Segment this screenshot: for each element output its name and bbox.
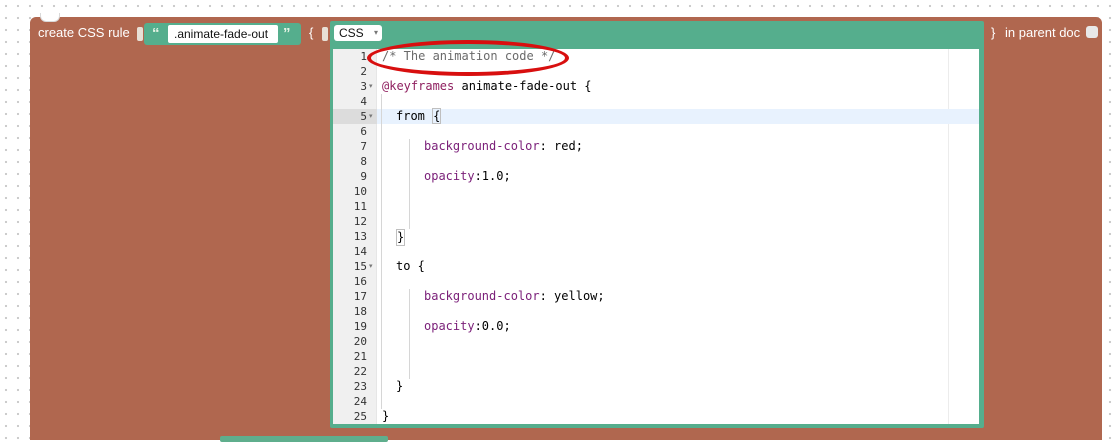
line-number: 25 [353,410,367,423]
create-css-rule-label: create CSS rule [38,25,130,40]
close-quote-icon: ” [283,25,291,42]
line-number: 2 [360,65,367,78]
code-editor[interactable]: 1 2 3 4 5 6 7 8 9 10 11 12 13 14 15 16 17 18 19 20 21 22 23 24 2… [333,49,979,424]
open-brace-label: { [309,25,314,40]
print-margin-line [948,49,949,424]
line-number: 6 [360,125,367,138]
next-block-input-slot[interactable] [220,436,388,442]
css-value: :0.0; [474,319,511,333]
code-line-13: } [396,229,406,246]
css-language-dropdown[interactable]: CSS ▾ [334,25,382,41]
line-number: 17 [353,290,367,303]
line-number: 7 [360,140,367,153]
keyframes-name: animate-fade-out { [454,79,592,93]
css-connector-icon [322,27,328,41]
fold-toggle-icon[interactable]: ▾ [369,259,373,274]
css-property: background-color [424,139,540,153]
line-number: 24 [353,395,367,408]
line-number: 19 [353,320,367,333]
code-line-9: opacity:1.0; [424,169,511,184]
line-number: 4 [360,95,367,108]
css-property: opacity [424,169,475,183]
css-value: : red; [539,139,583,153]
indent-guide [381,94,382,409]
in-parent-doc-label: in parent doc [1005,25,1081,40]
line-number: 16 [353,275,367,288]
line-number: 20 [353,335,367,348]
code-line-23: } [396,379,404,393]
line-number: 10 [353,185,367,198]
line-number: 9 [360,170,367,183]
chevron-down-icon: ▾ [373,28,378,37]
indent-guide [409,289,410,379]
code-line-5: from { [396,108,442,124]
red-annotation-circle [367,40,569,76]
indent-guide [409,139,410,229]
line-number: 13 [353,230,367,243]
line-number: 8 [360,155,367,168]
code-line-25: } [382,409,390,423]
code-line-19: opacity:0.0; [424,319,511,334]
css-property: background-color [424,289,540,303]
code-line-3: @keyframes animate-fade-out { [382,79,592,94]
code-line-7: background-color: red; [424,139,583,154]
css-value: : yellow; [539,289,605,303]
line-number: 3 [360,80,367,93]
line-number: 23 [353,380,367,393]
open-quote-icon: “ [152,25,160,42]
close-brace-label: } [991,25,996,40]
fold-toggle-icon[interactable]: ▾ [369,79,373,94]
code-line-15: to { [396,259,425,273]
line-number: 1 [360,50,367,63]
css-dropdown-value: CSS [339,26,364,40]
matched-brace: { [432,108,442,124]
line-number: 11 [353,200,367,213]
input-connector-icon [137,27,143,41]
code-line-17: background-color: yellow; [424,289,605,304]
css-value: :1.0; [474,169,511,183]
line-number: 12 [353,215,367,228]
line-number: 22 [353,365,367,378]
block-top-notch [40,13,60,22]
line-number: 18 [353,305,367,318]
selector-input[interactable]: .animate-fade-out [168,25,278,43]
line-number: 21 [353,350,367,363]
line-number: 15 [353,260,367,273]
in-parent-doc-checkbox[interactable] [1086,26,1098,38]
keyframes-keyword: @keyframes [382,79,455,93]
line-number: 5 [360,110,367,123]
line-number: 14 [353,245,367,258]
from-keyword: from [396,109,433,123]
css-property: opacity [424,319,475,333]
fold-toggle-icon[interactable]: ▾ [369,109,373,124]
